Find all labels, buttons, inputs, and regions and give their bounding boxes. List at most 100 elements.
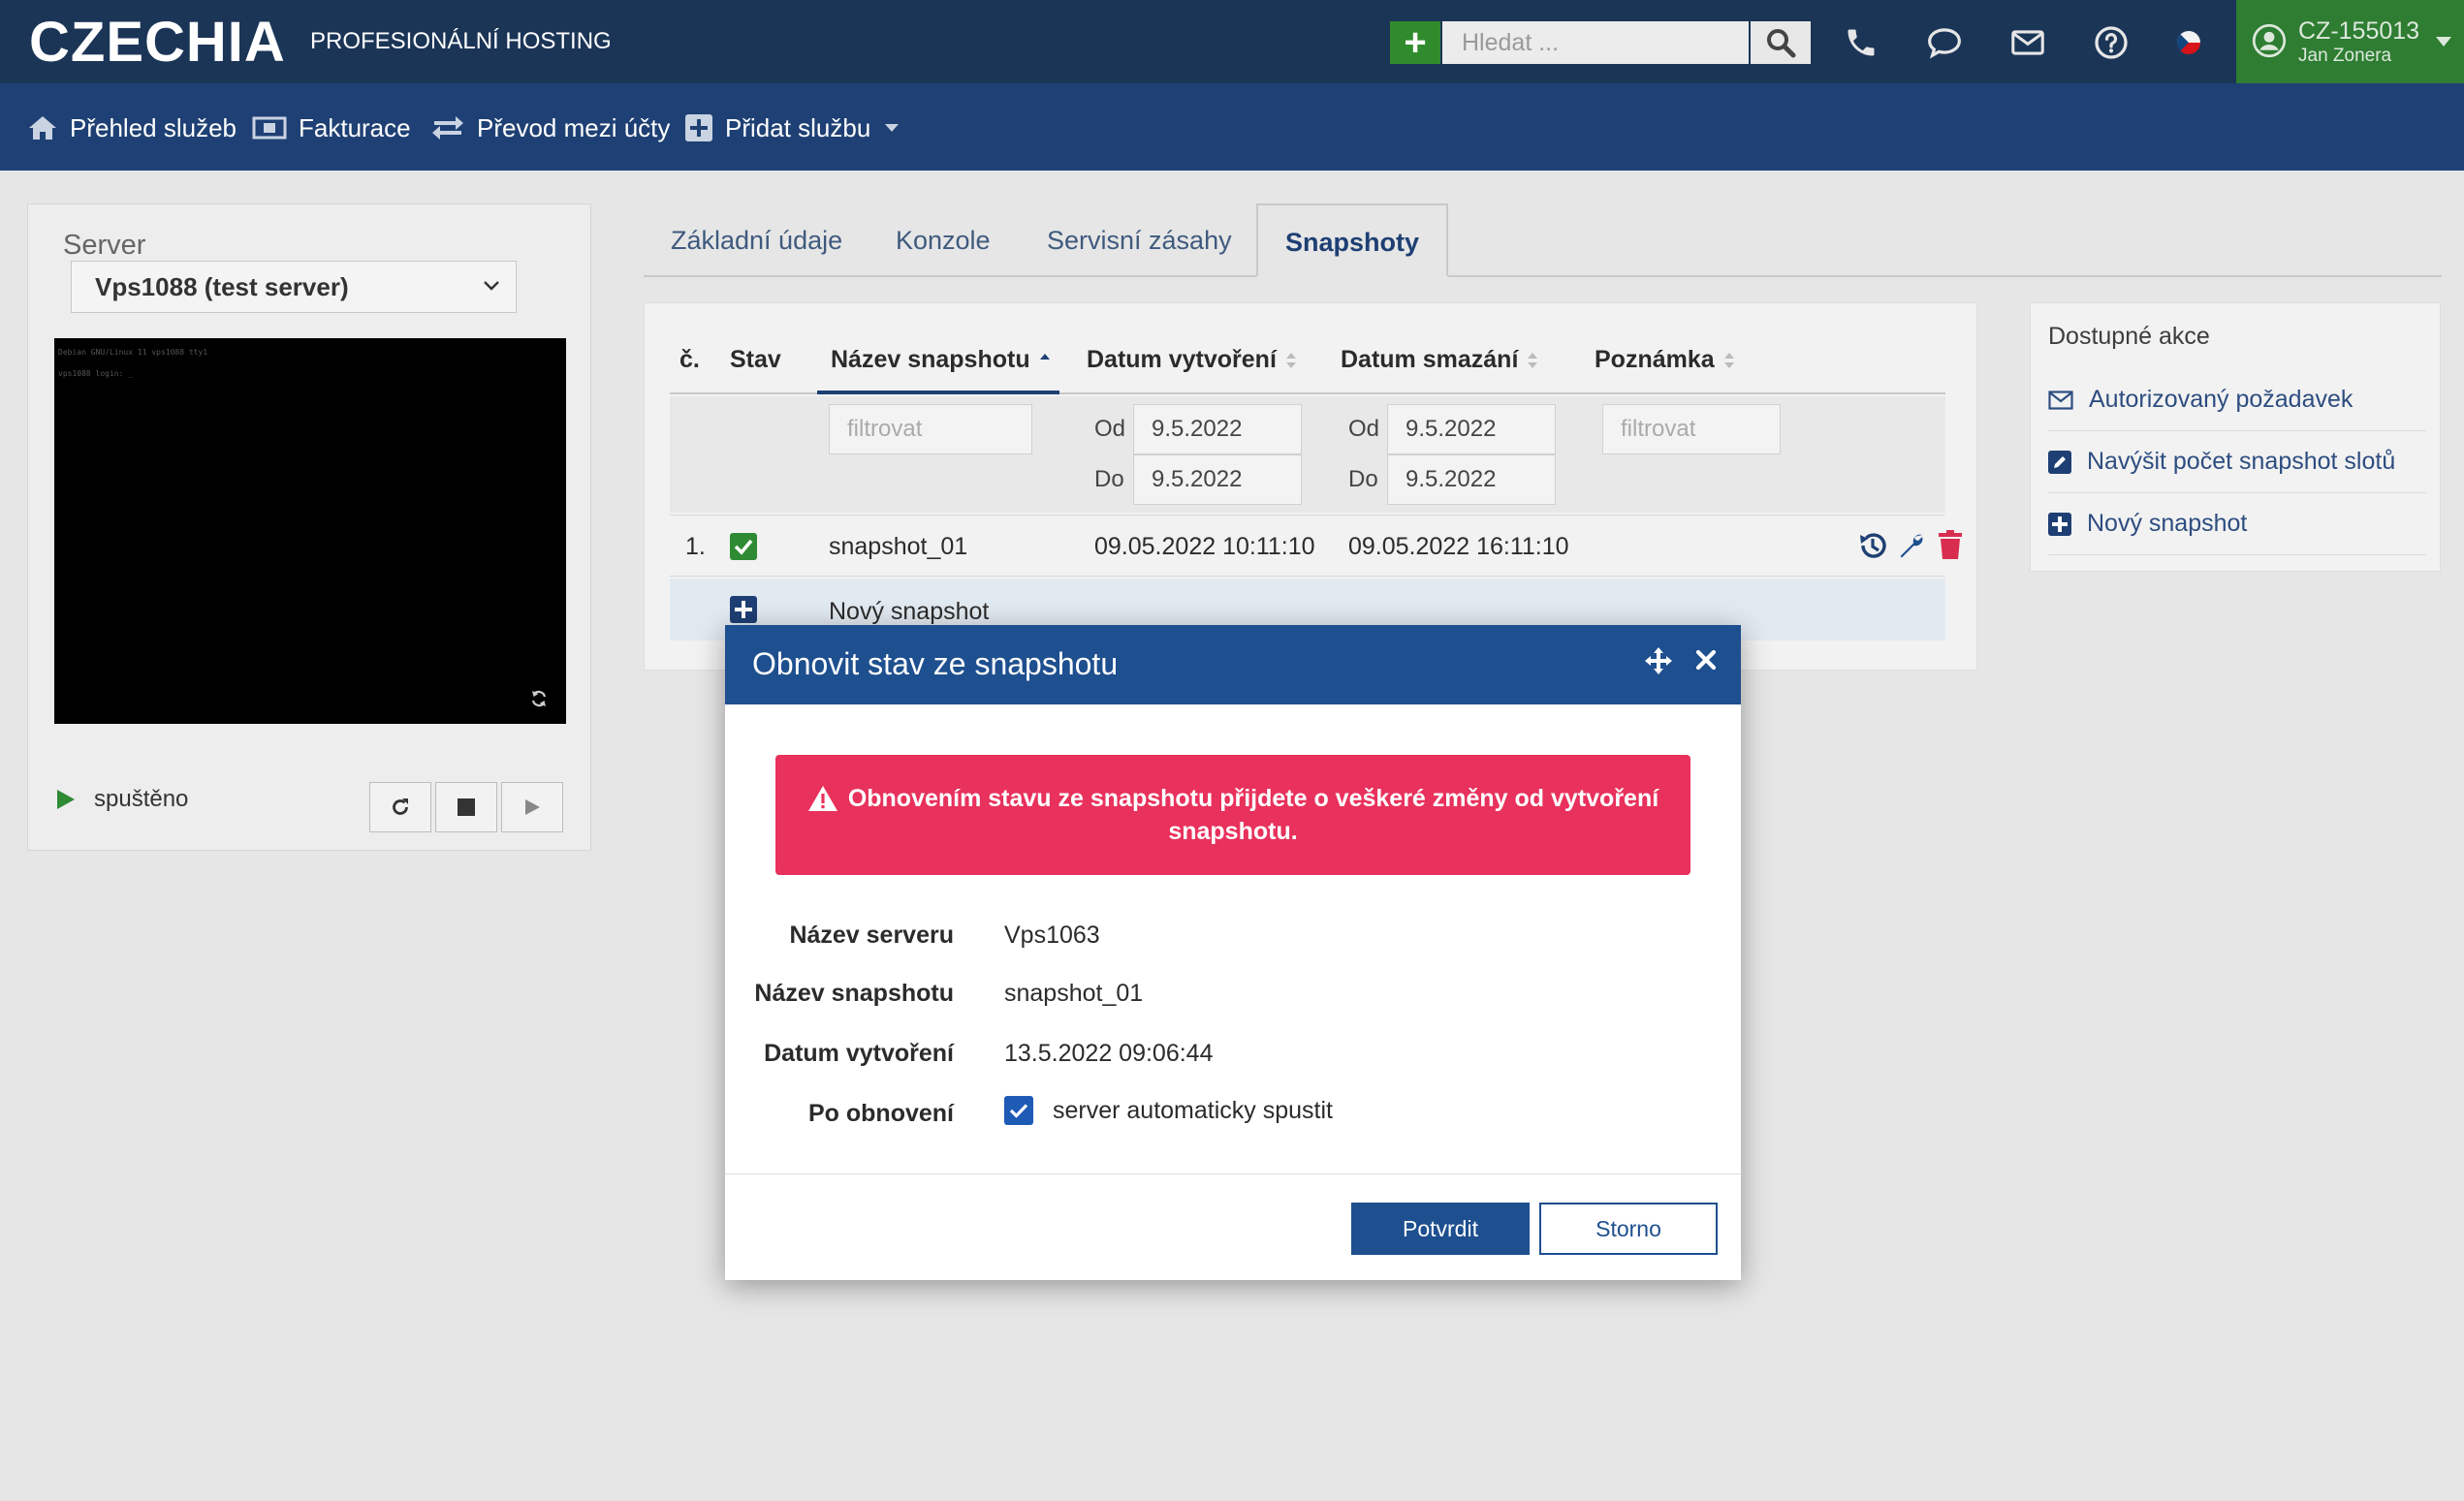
user-menu[interactable]: CZ-155013 Jan Zonera xyxy=(2236,0,2464,83)
note-filter-input[interactable] xyxy=(1602,404,1781,454)
console-preview[interactable]: Debian GNU/Linux 11 vps1088 tty1 vps1088… xyxy=(54,338,566,724)
created-from-label: Od xyxy=(1094,416,1126,442)
help-icon xyxy=(2095,26,2128,59)
sort-asc-icon xyxy=(1039,353,1050,360)
deleted-from-input[interactable] xyxy=(1387,404,1556,454)
column-header-created[interactable]: Datum vytvoření xyxy=(1087,346,1298,374)
main-nav: Přehled služeb Fakturace Převod mezi účt… xyxy=(0,83,2464,171)
nav-item-transfer[interactable]: Převod mezi účty xyxy=(430,110,670,145)
help-button[interactable] xyxy=(2090,21,2132,64)
dialog-title: Obnovit stav ze snapshotu xyxy=(752,646,1119,681)
column-header-label: Datum smazání xyxy=(1341,346,1519,373)
alert-text-line1: Obnovením stavu ze snapshotu přijdete o … xyxy=(847,785,1659,812)
auto-start-checkbox[interactable] xyxy=(1004,1096,1033,1125)
stop-button[interactable] xyxy=(435,782,497,832)
nav-item-add-service[interactable]: Přidat službu xyxy=(684,110,900,145)
snapshot-name: snapshot_01 xyxy=(829,533,968,560)
snapshot-name-label: Název snapshotu xyxy=(754,980,954,1007)
available-actions: Dostupné akce Autorizovaný požadavek Nav… xyxy=(2030,302,2441,572)
name-filter-input[interactable] xyxy=(829,404,1032,454)
server-select[interactable]: Vps1088 (test server) xyxy=(71,261,517,313)
move-icon[interactable] xyxy=(1644,646,1673,675)
created-from-input[interactable] xyxy=(1133,404,1302,454)
transfer-icon xyxy=(432,116,463,140)
nav-item-services[interactable]: Přehled služeb xyxy=(27,110,237,145)
phone-button[interactable] xyxy=(1840,21,1882,64)
close-icon[interactable] xyxy=(1692,646,1720,673)
column-header-number: č. xyxy=(679,346,700,373)
nav-label: Převod mezi účty xyxy=(477,112,671,142)
restore-history-icon[interactable] xyxy=(1856,529,1889,562)
column-header-label: Poznámka xyxy=(1595,346,1715,373)
top-bar: CZECHIA PROFESIONÁLNÍ HOSTING + CZ-15501… xyxy=(0,0,2464,83)
column-header-deleted[interactable]: Datum smazání xyxy=(1341,346,1539,374)
column-header-label: Název snapshotu xyxy=(831,346,1030,373)
restart-button[interactable] xyxy=(369,782,431,832)
plus-square-icon xyxy=(685,114,712,141)
server-state: spuštěno xyxy=(55,786,188,813)
snapshot-deleted: 09.05.2022 16:11:10 xyxy=(1348,533,1569,560)
chat-icon xyxy=(1928,28,1961,59)
warning-alert: Obnovením stavu ze snapshotu přijdete o … xyxy=(775,755,1690,875)
check-status-icon xyxy=(730,533,757,560)
sort-icon xyxy=(1528,352,1538,368)
stop-icon xyxy=(458,798,475,816)
column-header-note[interactable]: Poznámka xyxy=(1595,346,1736,374)
edit-icon xyxy=(2048,450,2071,474)
alert-text-line2: snapshotu. xyxy=(1168,818,1298,845)
sort-icon xyxy=(1723,352,1734,368)
search-button[interactable] xyxy=(1751,21,1811,64)
restart-icon xyxy=(393,798,408,815)
mail-button[interactable] xyxy=(2006,21,2049,64)
action-new-snapshot[interactable]: Nový snapshot xyxy=(2048,493,2426,555)
server-select-value: Vps1088 (test server) xyxy=(95,272,349,301)
auto-start-label: server automaticky spustit xyxy=(1053,1096,1333,1124)
caret-down-icon xyxy=(885,124,900,132)
server-panel: Server Vps1088 (test server) Debian GNU/… xyxy=(27,203,591,851)
logo[interactable]: CZECHIA xyxy=(29,12,286,74)
tab-basic-info[interactable]: Základní údaje xyxy=(644,203,869,277)
delete-icon[interactable] xyxy=(1938,529,1963,560)
after-restore-label: Po obnovení xyxy=(808,1100,954,1127)
tab-console[interactable]: Konzole xyxy=(869,203,1018,277)
console-line: Debian GNU/Linux 11 vps1088 tty1 xyxy=(58,348,208,357)
created-date-value: 13.5.2022 09:06:44 xyxy=(1004,1040,1214,1067)
snapshot-created: 09.05.2022 10:11:10 xyxy=(1094,533,1315,560)
deleted-to-input[interactable] xyxy=(1387,454,1556,505)
server-name-label: Název serveru xyxy=(789,922,954,949)
snapshot-name-value: snapshot_01 xyxy=(1004,980,1144,1007)
nav-label: Přehled služeb xyxy=(70,112,237,142)
tab-service-interventions[interactable]: Servisní zásahy xyxy=(1020,203,1259,277)
column-header-name[interactable]: Název snapshotu xyxy=(831,346,1052,374)
created-date-label: Datum vytvoření xyxy=(764,1040,954,1067)
cancel-button[interactable]: Storno xyxy=(1539,1203,1718,1255)
search-icon xyxy=(1767,29,1796,58)
chat-button[interactable] xyxy=(1923,21,1966,64)
action-label: Navýšit počet snapshot slotů xyxy=(2087,448,2396,475)
deleted-to-label: Do xyxy=(1348,466,1378,492)
table-row[interactable]: 1. snapshot_01 09.05.2022 10:11:10 09.05… xyxy=(670,515,1962,577)
wrench-icon[interactable] xyxy=(1897,531,1926,560)
snapshots-table: č. Stav Název snapshotu Datum vytvoření … xyxy=(644,302,1977,671)
start-button[interactable] xyxy=(501,782,563,832)
created-to-input[interactable] xyxy=(1133,454,1302,505)
quick-add-button[interactable]: + xyxy=(1390,21,1440,64)
actions-title: Dostupné akce xyxy=(2048,323,2210,350)
nav-item-billing[interactable]: Fakturace xyxy=(252,110,411,145)
action-authorized-request[interactable]: Autorizovaný požadavek xyxy=(2048,369,2426,431)
server-state-label: spuštěno xyxy=(94,786,189,812)
action-label: Autorizovaný požadavek xyxy=(2089,386,2353,413)
column-header-label: Datum vytvoření xyxy=(1087,346,1277,373)
language-button[interactable] xyxy=(2167,21,2210,64)
dialog-header[interactable]: Obnovit stav ze snapshotu xyxy=(725,625,1741,704)
money-icon xyxy=(252,116,287,140)
action-increase-slots[interactable]: Navýšit počet snapshot slotů xyxy=(2048,431,2426,493)
auto-start-option[interactable]: server automaticky spustit xyxy=(1004,1096,1333,1125)
confirm-button[interactable]: Potvrdit xyxy=(1351,1203,1530,1255)
search-input[interactable] xyxy=(1442,21,1749,64)
restore-snapshot-dialog: Obnovit stav ze snapshotu Obnovením stav… xyxy=(725,625,1741,1280)
refresh-icon[interactable] xyxy=(529,689,549,708)
tab-snapshots[interactable]: Snapshoty xyxy=(1256,203,1449,277)
active-sort-underline xyxy=(817,391,1059,394)
server-name-value: Vps1063 xyxy=(1004,922,1100,949)
